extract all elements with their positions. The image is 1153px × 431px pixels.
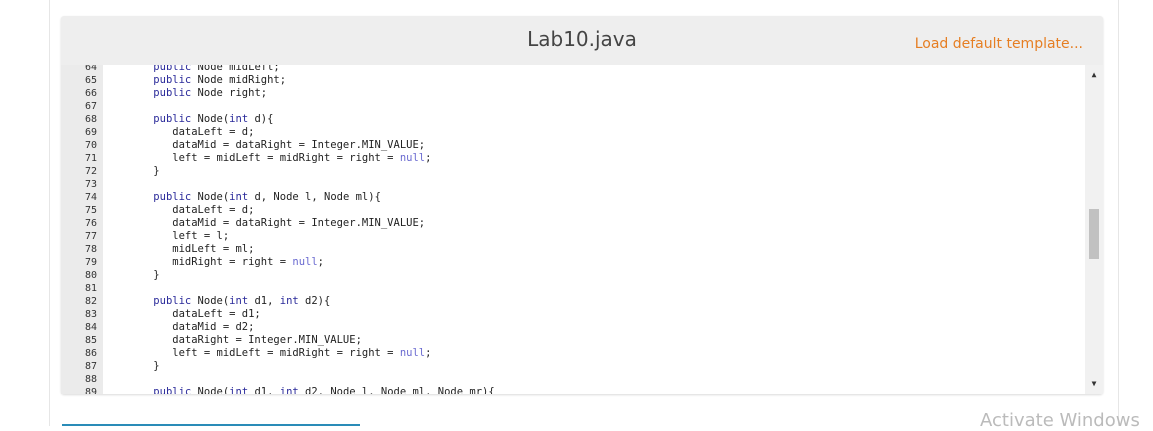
line-number: 66 (84, 88, 97, 99)
code-line[interactable]: 88 (61, 373, 1085, 386)
line-number: 71 (84, 153, 97, 164)
code-line[interactable]: 74 public Node(int d, Node l, Node ml){ (61, 191, 1085, 204)
line-number: 74 (84, 192, 97, 203)
code-line[interactable]: 84 dataMid = d2; (61, 321, 1085, 334)
line-number: 67 (84, 101, 97, 112)
code-line[interactable]: 68 public Node(int d){ (61, 113, 1085, 126)
code-lines[interactable]: 64 public Node midLeft; 65 public Node mi… (61, 65, 1085, 394)
code-line-text[interactable]: } (128, 360, 159, 373)
line-number: 76 (84, 218, 97, 229)
line-number: 78 (84, 244, 97, 255)
code-line-text[interactable]: dataLeft = d; (128, 126, 254, 139)
code-line-text[interactable]: midLeft = ml; (128, 243, 254, 256)
code-line[interactable]: 77 left = l; (61, 230, 1085, 243)
line-number: 80 (84, 270, 97, 281)
code-line[interactable]: 72 } (61, 165, 1085, 178)
code-line-text[interactable]: midRight = right = null; (128, 256, 324, 269)
code-line[interactable]: 80 } (61, 269, 1085, 282)
code-line[interactable]: 82 public Node(int d1, int d2){ (61, 295, 1085, 308)
scroll-thumb[interactable] (1089, 209, 1099, 259)
code-line[interactable]: 75 dataLeft = d; (61, 204, 1085, 217)
code-line[interactable]: 87 } (61, 360, 1085, 373)
code-line-text[interactable]: public Node(int d){ (128, 113, 273, 126)
code-line[interactable]: 85 dataRight = Integer.MIN_VALUE; (61, 334, 1085, 347)
code-line-text[interactable]: public Node right; (128, 87, 267, 100)
code-line-text[interactable]: public Node(int d1, int d2){ (128, 295, 330, 308)
line-number: 64 (84, 65, 97, 73)
code-line-text[interactable]: dataLeft = d; (128, 204, 254, 217)
code-line[interactable]: 65 public Node midRight; (61, 74, 1085, 87)
code-line[interactable]: 71 left = midLeft = midRight = right = n… (61, 152, 1085, 165)
line-number: 84 (84, 322, 97, 333)
code-line[interactable]: 89 public Node(int d1, int d2, Node l, N… (61, 386, 1085, 394)
line-number: 83 (84, 309, 97, 320)
code-line[interactable]: 86 left = midLeft = midRight = right = n… (61, 347, 1085, 360)
code-line-text[interactable]: left = midLeft = midRight = right = null… (128, 152, 431, 165)
line-number: 86 (84, 348, 97, 359)
line-number: 65 (84, 75, 97, 86)
code-line-text[interactable]: dataLeft = d1; (128, 308, 261, 321)
code-editor-card: Lab10.java Load default template... 64 p… (61, 16, 1103, 394)
line-number: 72 (84, 166, 97, 177)
code-line[interactable]: 83 dataLeft = d1; (61, 308, 1085, 321)
line-number: 69 (84, 127, 97, 138)
line-number: 79 (84, 257, 97, 268)
editor-header: Lab10.java Load default template... (61, 16, 1103, 65)
code-line-text[interactable]: public Node(int d, Node l, Node ml){ (128, 191, 381, 204)
line-number: 88 (84, 374, 97, 385)
code-line[interactable]: 78 midLeft = ml; (61, 243, 1085, 256)
code-line-text[interactable]: } (128, 269, 159, 282)
line-number: 89 (84, 387, 97, 394)
line-number: 82 (84, 296, 97, 307)
code-line-text[interactable]: dataMid = dataRight = Integer.MIN_VALUE; (128, 217, 425, 230)
code-line-text[interactable]: dataRight = Integer.MIN_VALUE; (128, 334, 362, 347)
code-line[interactable]: 66 public Node right; (61, 87, 1085, 100)
code-line-text[interactable]: } (128, 165, 159, 178)
code-line[interactable]: 69 dataLeft = d; (61, 126, 1085, 139)
code-line-text[interactable]: left = midLeft = midRight = right = null… (128, 347, 431, 360)
code-area[interactable]: 64 public Node midLeft; 65 public Node mi… (61, 65, 1103, 394)
code-line-text[interactable]: public Node(int d1, int d2, Node l, Node… (128, 386, 494, 394)
line-number: 73 (84, 179, 97, 190)
line-number: 81 (84, 283, 97, 294)
vertical-scrollbar[interactable]: ▲ ▼ (1085, 65, 1103, 394)
line-number: 85 (84, 335, 97, 346)
code-line[interactable]: 79 midRight = right = null; (61, 256, 1085, 269)
code-line[interactable]: 73 (61, 178, 1085, 191)
line-number: 77 (84, 231, 97, 242)
code-line-text[interactable]: dataMid = dataRight = Integer.MIN_VALUE; (128, 139, 425, 152)
code-line-text[interactable]: public Node midRight; (128, 74, 286, 87)
code-line[interactable]: 70 dataMid = dataRight = Integer.MIN_VAL… (61, 139, 1085, 152)
code-line-text[interactable]: left = l; (128, 230, 229, 243)
scroll-up-arrow-icon[interactable]: ▲ (1085, 67, 1103, 83)
line-number: 87 (84, 361, 97, 372)
scroll-down-arrow-icon[interactable]: ▼ (1085, 376, 1103, 392)
code-line[interactable]: 81 (61, 282, 1085, 295)
code-line[interactable]: 67 (61, 100, 1085, 113)
code-line-text[interactable]: dataMid = d2; (128, 321, 254, 334)
load-default-template-link[interactable]: Load default template... (915, 36, 1083, 52)
line-number: 75 (84, 205, 97, 216)
code-line[interactable]: 64 public Node midLeft; (61, 65, 1085, 74)
line-number: 68 (84, 114, 97, 125)
code-line-text[interactable]: public Node midLeft; (128, 65, 279, 74)
activate-windows-watermark: Activate Windows (980, 410, 1140, 431)
line-number: 70 (84, 140, 97, 151)
code-line[interactable]: 76 dataMid = dataRight = Integer.MIN_VAL… (61, 217, 1085, 230)
